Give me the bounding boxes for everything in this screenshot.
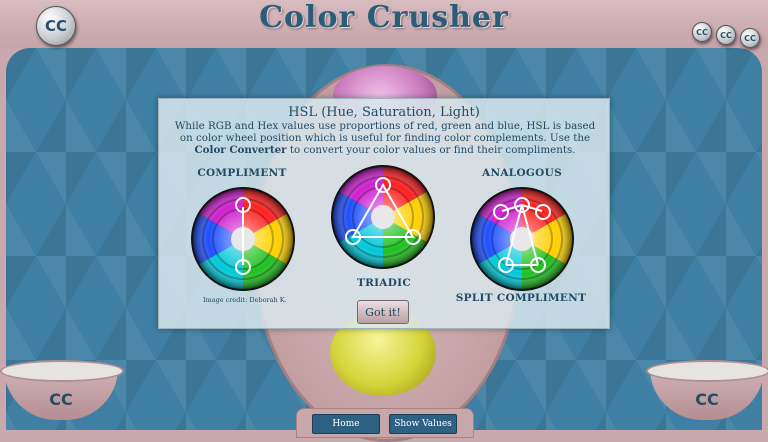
analogous-label: ANALOGOUS (482, 167, 562, 179)
split-compliment-label: SPLIT COMPLIMENT (455, 292, 587, 304)
dialog-title: HSL (Hue, Saturation, Light) (288, 105, 480, 120)
bowl-rim (646, 360, 768, 382)
left-bowl[interactable]: CC (0, 360, 124, 420)
bowl-rim (0, 360, 124, 382)
small-coin-3[interactable]: CC (740, 28, 760, 48)
color-wheel-analogous-icon (470, 187, 574, 291)
color-wheel-compliment-icon (191, 187, 295, 291)
dialog-body: While RGB and Hex values use proportions… (169, 120, 601, 156)
small-coin-1[interactable]: CC (692, 22, 712, 42)
bowl-label: CC (695, 390, 719, 409)
got-it-button[interactable]: Got it! (357, 300, 409, 324)
triadic-label: TRIADIC (356, 277, 412, 289)
app-title: Color Crusher (259, 0, 509, 35)
dialog-text-before: While RGB and Hex values use proportions… (174, 120, 596, 144)
show-values-button[interactable]: Show Values (389, 414, 457, 434)
color-converter-link[interactable]: Color Converter (194, 144, 286, 156)
image-credit: Image credit: Deborah K. (203, 296, 287, 304)
right-bowl[interactable]: CC (646, 360, 768, 420)
color-wheel-triadic-icon (331, 165, 435, 269)
home-button[interactable]: Home (312, 414, 380, 434)
dialog-text-after: to convert your color values or find the… (289, 144, 576, 156)
compliment-label: COMPLIMENT (197, 167, 287, 179)
logo-coin[interactable]: CC (36, 6, 76, 46)
small-coin-2[interactable]: CC (716, 25, 736, 45)
hsl-info-dialog: HSL (Hue, Saturation, Light) While RGB a… (158, 98, 610, 329)
bowl-label: CC (49, 390, 73, 409)
